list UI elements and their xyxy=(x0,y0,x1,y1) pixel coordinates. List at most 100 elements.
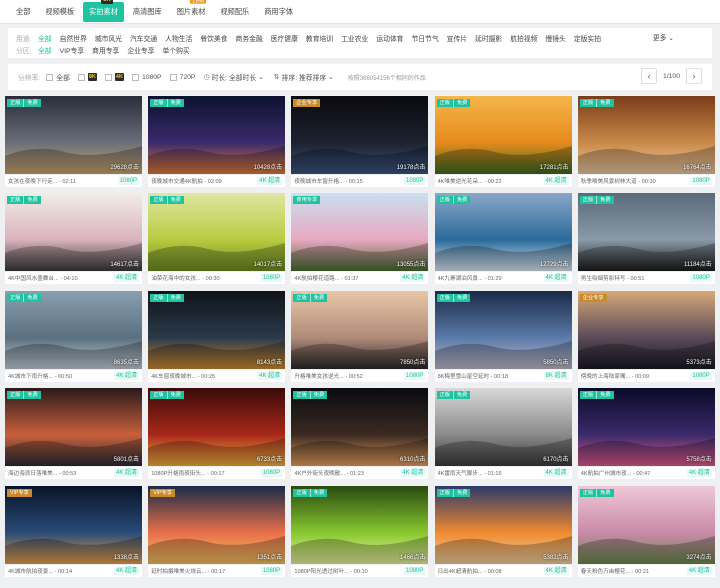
category-item[interactable]: 教育培训 xyxy=(306,33,333,43)
tab-5[interactable]: 视频配乐 xyxy=(214,2,255,22)
video-thumbnail[interactable]: 商用专享 13055点击 xyxy=(291,193,429,272)
video-thumbnail[interactable]: 正版 免费 29628点击 xyxy=(5,96,142,174)
category-item[interactable]: 自然世界 xyxy=(60,33,87,43)
video-card[interactable]: 正版 免费 14617点击 4K中国风水墨舞台... - 04:10 4K 超清 xyxy=(5,193,142,290)
video-thumbnail[interactable]: 正版 免费 12729点击 xyxy=(434,193,572,272)
video-card[interactable]: 正版 免费 3274点击 春天粉色万亩樱花... - 00:21 4K 超清 xyxy=(577,485,715,583)
res-720-checkbox[interactable]: 720P xyxy=(169,73,195,81)
category-item[interactable]: 延时摄影 xyxy=(475,33,502,43)
category-item[interactable]: 人物生活 xyxy=(165,33,192,43)
video-thumbnail[interactable]: 正版 免费 3274点击 xyxy=(577,485,715,564)
video-thumbnail[interactable]: 企业专享 19178点击 xyxy=(291,96,429,174)
video-card[interactable]: 正版 免费 12729点击 4K九寨湖泊风景... - 01:29 4K 超清 xyxy=(434,193,572,290)
card-title[interactable]: 4K中国风水墨舞台... - 04:10 xyxy=(8,274,78,282)
more-categories-button[interactable]: 更多 ⌄ xyxy=(653,32,674,42)
duration-select[interactable]: ◷ 时长: 全部时长 ⌄ xyxy=(203,72,263,82)
video-thumbnail[interactable]: 正版 免费 5758点击 xyxy=(577,388,715,467)
tab-0[interactable]: 全部 xyxy=(10,2,36,22)
card-title[interactable]: 油菜花海中的女孩... - 00:30 xyxy=(151,274,219,282)
card-title[interactable]: 春天粉色万亩樱花... - 00:21 xyxy=(581,567,649,575)
res-4k-checkbox[interactable]: 4K xyxy=(104,73,124,81)
card-title[interactable]: 男生吸烟剪影特写 - 00:51 xyxy=(581,274,645,282)
video-card[interactable]: VIP专享 1351点击 延时拍摄唯美火烧云... - 00:17 1080P xyxy=(148,485,286,583)
card-title[interactable]: 4K城市航拍夜景... - 00:14 xyxy=(8,567,72,575)
card-title[interactable]: 4K唯美逆光花朵... - 00:22 xyxy=(438,177,502,185)
category-item[interactable]: 工业农业 xyxy=(341,33,368,43)
video-card[interactable]: 正版 免费 6310点击 4K户外街头夜晚散... - 01:23 4K 超清 xyxy=(291,388,429,485)
video-card[interactable]: 正版 免费 16764点击 秋季唯美风景树林大道 - 00:30 1080P xyxy=(577,96,715,193)
video-card[interactable]: 正版 免费 17281点击 4K唯美逆光花朵... - 00:22 4K 超清 xyxy=(434,96,572,193)
video-card[interactable]: 企业专享 19178点击 夜晚城市车窗升格... - 00:15 1080P xyxy=(291,96,429,193)
tab-6[interactable]: 商用字体 xyxy=(258,2,299,22)
card-title[interactable]: 4K城市下雨升格... - 00:50 xyxy=(8,372,72,380)
video-thumbnail[interactable]: 正版 免费 14617点击 xyxy=(5,193,142,272)
card-title[interactable]: 升格唯美女孩逆光... - 00:52 xyxy=(294,372,362,380)
video-card[interactable]: 正版 免费 6733点击 1080P升格雨夜街头... - 00:17 1080P xyxy=(148,388,286,485)
video-thumbnail[interactable]: 正版 免费 11184点击 xyxy=(577,193,715,272)
video-thumbnail[interactable]: 正版 免费 14017点击 xyxy=(148,193,286,272)
video-thumbnail[interactable]: 正版 免费 7850点击 xyxy=(291,290,429,369)
next-page-button[interactable]: › xyxy=(686,68,702,84)
video-card[interactable]: 正版 免费 8635点击 4K城市下雨升格... - 00:50 4K 超清 xyxy=(5,290,142,388)
video-card[interactable]: 正版 免费 5801点击 海边海浪日落唯美... - 00:53 4K 超清 xyxy=(5,388,142,485)
video-card[interactable]: VIP专享 1338点击 4K城市航拍夜景... - 00:14 4K 超清 xyxy=(5,485,142,583)
video-thumbnail[interactable]: 正版 免费 17281点击 xyxy=(434,96,572,174)
video-thumbnail[interactable]: VIP专享 1351点击 xyxy=(148,485,286,564)
video-card[interactable]: 商用专享 13055点击 4K航拍樱花道路... - 01:37 4K 超清 xyxy=(291,193,429,290)
tab-2[interactable]: 实拍素材8K xyxy=(83,0,124,22)
card-title[interactable]: 傍晚的上海陆家嘴... - 00:09 xyxy=(581,372,649,380)
res-1080-checkbox[interactable]: 1080P xyxy=(131,73,162,81)
category-item[interactable]: 定版实拍 xyxy=(574,33,601,43)
video-card[interactable]: 企业专享 5373点击 傍晚的上海陆家嘴... - 00:09 1080P xyxy=(577,290,715,388)
card-title[interactable]: 1080P阳光透过树叶... - 00:10 xyxy=(294,567,367,575)
video-thumbnail[interactable]: 正版 免费 5801点击 xyxy=(5,388,142,467)
category-item[interactable]: 医疗健康 xyxy=(271,33,298,43)
card-title[interactable]: 4K户外街头夜晚散... - 01:23 xyxy=(294,469,364,477)
card-title[interactable]: 4K车窗夜晚城市... - 00:25 xyxy=(151,372,215,380)
card-title[interactable]: 1080P升格雨夜街头... - 00:17 xyxy=(151,469,224,477)
video-thumbnail[interactable]: 正版 免费 5382点击 xyxy=(434,485,572,564)
video-card[interactable]: 正版 免费 29628点击 女孩在夜晚下行走... - 02:11 1080P xyxy=(5,96,142,193)
video-thumbnail[interactable]: 正版 免费 8143点击 xyxy=(148,290,286,369)
category-item[interactable]: 商务金融 xyxy=(236,33,263,43)
video-card[interactable]: 正版 免费 10428点击 夜晚城市交通4K航拍 - 02:09 4K 超清 xyxy=(148,96,286,193)
category-item[interactable]: 汽车交通 xyxy=(130,33,157,43)
video-card[interactable]: 正版 免费 14017点击 油菜花海中的女孩... - 00:30 1080P xyxy=(148,193,286,290)
card-title[interactable]: 4K雷雨天气脚步... - 01:16 xyxy=(438,469,502,477)
video-thumbnail[interactable]: 企业专享 5373点击 xyxy=(577,290,715,369)
area-item[interactable]: 单个购买 xyxy=(163,45,190,55)
video-thumbnail[interactable]: 正版 免费 6310点击 xyxy=(291,388,429,467)
video-thumbnail[interactable]: 正版 免费 6733点击 xyxy=(148,388,286,467)
card-title[interactable]: 夜晚城市交通4K航拍 - 02:09 xyxy=(151,177,222,185)
card-title[interactable]: 夜晚城市车窗升格... - 00:15 xyxy=(294,177,362,185)
area-item[interactable]: 企业专享 xyxy=(127,45,154,55)
card-title[interactable]: 4K航拍樱花道路... - 01:37 xyxy=(294,274,358,282)
tab-4[interactable]: 图片素材 上新啦 xyxy=(171,0,212,22)
video-card[interactable]: 正版 免费 11184点击 男生吸烟剪影特写 - 00:51 1080P xyxy=(577,193,715,290)
video-thumbnail[interactable]: VIP专享 1338点击 xyxy=(5,485,142,564)
video-card[interactable]: 正版 免费 8143点击 4K车窗夜晚城市... - 00:25 4K 超清 xyxy=(148,290,286,388)
card-title[interactable]: 女孩在夜晚下行走... - 02:11 xyxy=(8,177,76,185)
video-card[interactable]: 正版 免费 6170点击 4K雷雨天气脚步... - 01:16 4K 超清 xyxy=(434,388,572,485)
video-thumbnail[interactable]: 正版 免费 16764点击 xyxy=(577,96,715,174)
card-title[interactable]: 4K航拍广州城市夜... - 00:47 xyxy=(581,469,651,477)
video-card[interactable]: 正版 免费 7850点击 升格唯美女孩逆光... - 00:52 1080P xyxy=(291,290,429,388)
card-title[interactable]: 延时拍摄唯美火烧云... - 00:17 xyxy=(151,567,225,575)
category-item[interactable]: 全部 xyxy=(38,33,52,43)
video-thumbnail[interactable]: 正版 免费 10428点击 xyxy=(148,96,286,174)
res-all-checkbox[interactable]: 全部 xyxy=(46,72,70,82)
card-title[interactable]: 秋季唯美风景树林大道 - 00:30 xyxy=(581,177,656,185)
card-title[interactable]: 海边海浪日落唯美... - 00:53 xyxy=(8,469,76,477)
sort-select[interactable]: ⇅ 排序: 推荐排序 ⌄ xyxy=(274,72,334,82)
card-title[interactable]: 日出4K超清航拍... - 00:08 xyxy=(438,567,502,575)
video-card[interactable]: 正版 免费 5758点击 4K航拍广州城市夜... - 00:47 4K 超清 xyxy=(577,388,715,485)
video-thumbnail[interactable]: 正版 免费 8635点击 xyxy=(5,290,142,369)
prev-page-button[interactable]: ‹ xyxy=(640,68,657,84)
video-card[interactable]: 正版 免费 5850点击 8K梅里雪山星空延时 - 00:18 8K 超清 xyxy=(434,290,572,388)
category-item[interactable]: 宣传片 xyxy=(447,33,467,43)
area-item[interactable]: 商用专享 xyxy=(92,45,119,55)
tab-1[interactable]: 视频模板 xyxy=(39,2,80,22)
card-title[interactable]: 8K梅里雪山星空延时 - 00:18 xyxy=(438,372,509,380)
category-item[interactable]: 餐饮美食 xyxy=(200,33,227,43)
video-card[interactable]: 正版 免费 5382点击 日出4K超清航拍... - 00:08 4K 超清 xyxy=(434,485,572,583)
